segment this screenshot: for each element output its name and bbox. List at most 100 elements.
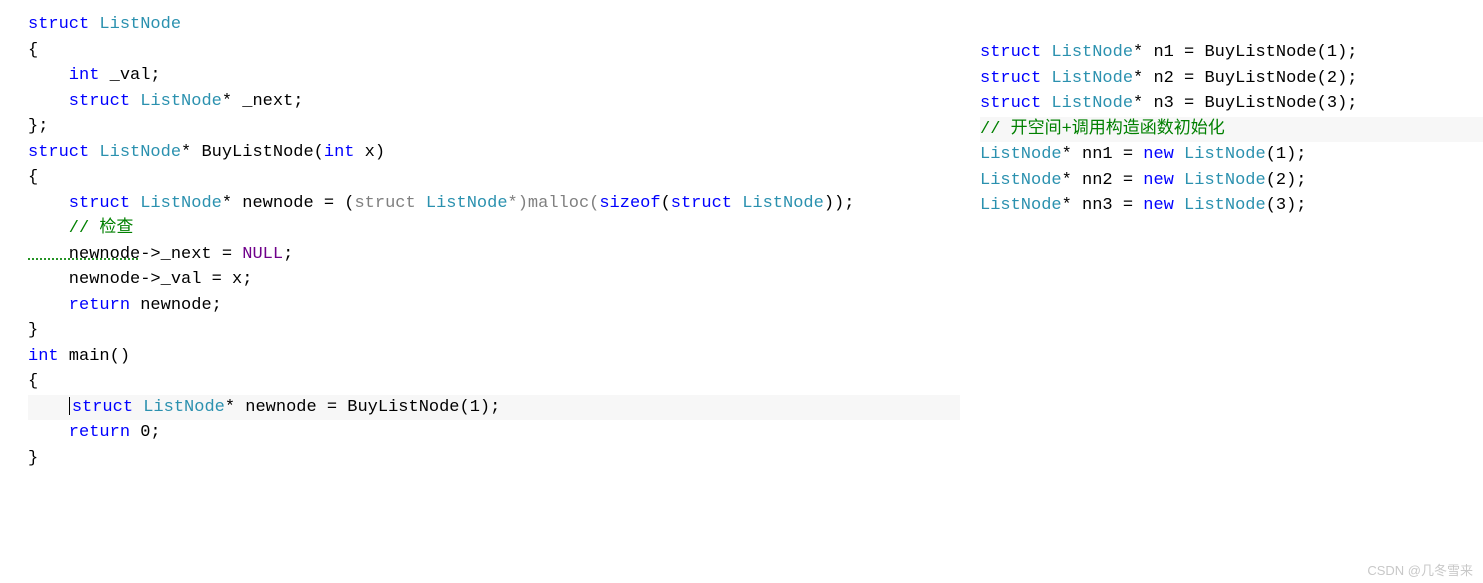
code-line: struct ListNode* n2 = BuyListNode(2); (980, 66, 1483, 92)
type-name: ListNode (89, 15, 181, 34)
code-line: ListNode* nn3 = new ListNode(3); (980, 193, 1483, 219)
code-line: ListNode* nn1 = new ListNode(1); (980, 142, 1483, 168)
text-cursor (69, 397, 70, 415)
code-line: { (28, 38, 960, 64)
text: x) (354, 143, 385, 162)
keyword: new (1143, 171, 1174, 190)
text: newnode (28, 245, 140, 264)
brace: { (28, 168, 38, 187)
brace: } (28, 321, 38, 340)
editor-container: struct ListNode { int _val; struct ListN… (0, 0, 1483, 583)
keyword: return (28, 296, 130, 315)
text: )); (824, 194, 855, 213)
keyword: new (1143, 196, 1174, 215)
keyword: struct (354, 194, 415, 213)
code-line: int main() (28, 344, 960, 370)
current-line[interactable]: struct ListNode* newnode = BuyListNode(1… (28, 395, 960, 421)
keyword: int (28, 66, 99, 85)
text: ( (661, 194, 671, 213)
code-line: newnode->_next = NULL; (28, 242, 960, 268)
type-name: ListNode (1041, 94, 1133, 113)
keyword: struct (980, 94, 1041, 113)
code-line: // 检查 (28, 216, 960, 242)
macro: NULL (242, 245, 283, 264)
text: (3); (1266, 196, 1307, 215)
code-line: struct ListNode* BuyListNode(int x) (28, 140, 960, 166)
code-line: int _val; (28, 63, 960, 89)
keyword: struct (28, 194, 130, 213)
keyword: return (28, 423, 130, 442)
code-line: return newnode; (28, 293, 960, 319)
text: * newnode = ( (222, 194, 355, 213)
text: newnode->_val = x; (28, 270, 252, 289)
keyword: struct (28, 15, 89, 34)
text: * newnode = BuyListNode(1); (225, 398, 500, 417)
code-line: } (28, 318, 960, 344)
text: main() (59, 347, 130, 366)
code-line: struct ListNode* n3 = BuyListNode(3); (980, 91, 1483, 117)
text: * _next; (222, 92, 304, 111)
keyword: struct (28, 143, 89, 162)
code-line: struct ListNode* n1 = BuyListNode(1); (980, 40, 1483, 66)
type-name: ListNode (416, 194, 508, 213)
text: * n1 = BuyListNode(1); (1133, 43, 1357, 62)
code-line: { (28, 369, 960, 395)
code-line: struct ListNode* newnode = (struct ListN… (28, 191, 960, 217)
type-name: ListNode (980, 196, 1062, 215)
brace: } (28, 449, 38, 468)
right-code-pane[interactable]: struct ListNode* n1 = BuyListNode(1); st… (960, 0, 1483, 583)
text: (2); (1266, 171, 1307, 190)
text: 0; (130, 423, 161, 442)
code-line: return 0; (28, 420, 960, 446)
type-name: ListNode (980, 145, 1062, 164)
code-line: struct ListNode* _next; (28, 89, 960, 115)
code-line: struct ListNode (28, 12, 960, 38)
type-name: ListNode (89, 143, 181, 162)
text: * nn3 = (1062, 196, 1144, 215)
comment: // 开空间+调用构造函数初始化 (980, 120, 1225, 139)
keyword: struct (72, 398, 133, 417)
keyword: struct (980, 69, 1041, 88)
text: * n2 = BuyListNode(2); (1133, 69, 1357, 88)
keyword: sizeof (599, 194, 660, 213)
type-name: ListNode (1174, 145, 1266, 164)
brace: }; (28, 117, 48, 136)
type-name: ListNode (130, 92, 222, 111)
comment: // 检查 (28, 219, 133, 238)
text: * nn1 = (1062, 145, 1144, 164)
watermark: CSDN @几冬雪来 (1367, 560, 1473, 579)
keyword: struct (28, 92, 130, 111)
type-name: ListNode (980, 171, 1062, 190)
code-line: // 开空间+调用构造函数初始化 (980, 117, 1483, 143)
type-name: ListNode (732, 194, 824, 213)
type-name: ListNode (133, 398, 225, 417)
text: newnode; (130, 296, 222, 315)
text: * BuyListNode( (181, 143, 324, 162)
code-line: newnode->_val = x; (28, 267, 960, 293)
type-name: ListNode (130, 194, 222, 213)
text: ; (283, 245, 293, 264)
type-name: ListNode (1041, 43, 1133, 62)
code-line: } (28, 446, 960, 472)
indent (28, 398, 69, 417)
code-line: { (28, 165, 960, 191)
keyword: struct (671, 194, 732, 213)
type-name: ListNode (1041, 69, 1133, 88)
type-name: ListNode (1174, 171, 1266, 190)
code-line: ListNode* nn2 = new ListNode(2); (980, 168, 1483, 194)
text: (1); (1266, 145, 1307, 164)
keyword: new (1143, 145, 1174, 164)
brace: { (28, 372, 38, 391)
type-name: ListNode (1174, 196, 1266, 215)
text: *)malloc( (508, 194, 600, 213)
left-code-pane[interactable]: struct ListNode { int _val; struct ListN… (0, 0, 960, 583)
brace: { (28, 41, 38, 60)
text: * nn2 = (1062, 171, 1144, 190)
text: * n3 = BuyListNode(3); (1133, 94, 1357, 113)
text: ->_next = (140, 245, 242, 264)
text: _val; (99, 66, 160, 85)
code-line: }; (28, 114, 960, 140)
keyword: int (28, 347, 59, 366)
keyword: struct (980, 43, 1041, 62)
keyword: int (324, 143, 355, 162)
